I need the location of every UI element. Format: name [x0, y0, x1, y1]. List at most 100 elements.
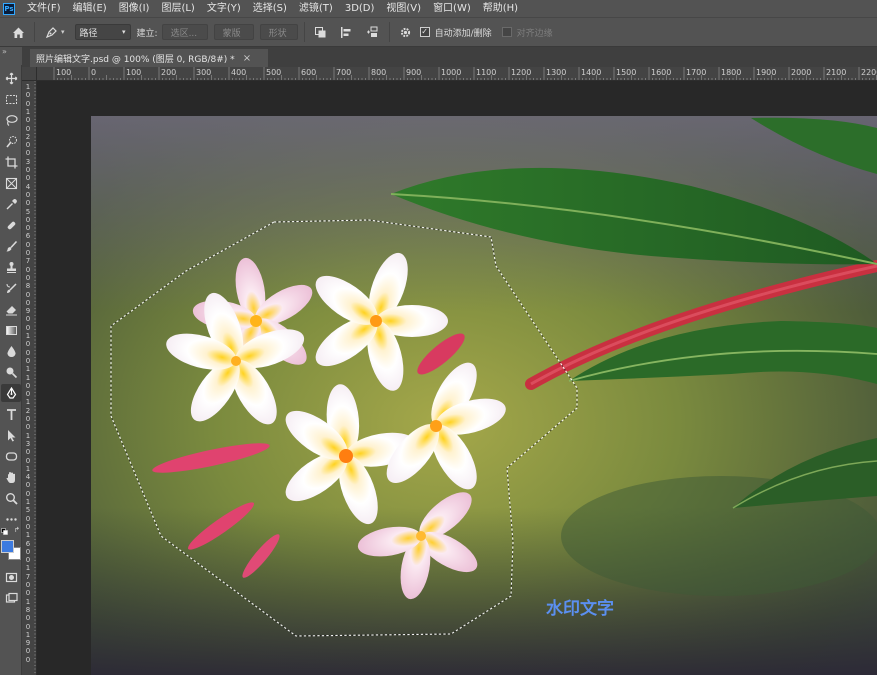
ruler-label: 0 — [25, 456, 31, 465]
document-image[interactable]: 水印文字 — [91, 116, 877, 675]
pen-tool-preset-icon[interactable] — [41, 22, 61, 42]
swap-colors-icon[interactable]: ↱ — [14, 527, 20, 534]
menu-item[interactable]: 视图(V) — [380, 0, 427, 17]
path-selection-tool-icon[interactable] — [1, 426, 21, 444]
ruler-label: 0 — [25, 224, 31, 233]
ruler-label: 1 — [25, 431, 31, 440]
lasso-tool-icon[interactable] — [1, 111, 21, 129]
ruler-label: 1100 — [476, 68, 497, 77]
horizontal-ruler[interactable]: 100 0 100 200 300 400 500 600 700 800 900 1000 1100 1… — [37, 67, 877, 81]
hand-tool-icon[interactable] — [1, 468, 21, 486]
ruler-label: 8 — [25, 282, 31, 291]
pen-mode-value: 路径 — [79, 28, 98, 39]
ruler-label: 1 — [25, 83, 31, 91]
document-tab[interactable]: 照片编辑文字.psd @ 100% (图层 0, RGB/8#) * × — [30, 49, 268, 67]
selection-button[interactable]: 选区... — [161, 24, 208, 40]
ruler-label: 300 — [196, 68, 212, 77]
ruler-label: 0 — [25, 614, 31, 623]
menu-item[interactable]: 图像(I) — [113, 0, 156, 17]
ruler-label: 0 — [25, 215, 31, 224]
ruler-label: 0 — [25, 190, 31, 199]
divider — [303, 22, 305, 42]
ruler-label: 1900 — [756, 68, 777, 77]
close-icon[interactable]: × — [243, 53, 251, 64]
screen-mode-icon[interactable] — [1, 589, 21, 607]
auto-add-delete-checkbox[interactable]: ✓ — [419, 27, 430, 37]
pen-mode-select[interactable]: 路径 ▾ — [74, 24, 131, 40]
healing-brush-tool-icon[interactable] — [1, 216, 21, 234]
ruler-label: 0 — [25, 647, 31, 656]
menu-item[interactable]: 帮助(H) — [477, 0, 524, 17]
zoom-tool-icon[interactable] — [1, 489, 21, 507]
home-icon[interactable] — [8, 22, 28, 42]
default-colors-icon[interactable] — [1, 527, 8, 535]
ruler-label: 0 — [25, 323, 31, 332]
ruler-label: 0 — [25, 240, 31, 249]
chevron-down-icon[interactable]: ▾ — [61, 28, 65, 36]
ruler-label: 0 — [25, 655, 31, 664]
make-label: 建立: — [136, 28, 158, 39]
path-alignment-icon[interactable] — [337, 22, 357, 42]
move-tool-icon[interactable] — [1, 69, 21, 87]
align-edges-checkbox[interactable] — [501, 27, 512, 37]
ruler-label: 2000 — [791, 68, 812, 77]
eyedropper-tool-icon[interactable] — [1, 195, 21, 213]
gradient-tool-icon[interactable] — [1, 321, 21, 339]
menu-item[interactable]: 图层(L) — [155, 0, 200, 17]
ruler-label: 1800 — [721, 68, 742, 77]
ruler-label: 1 — [25, 332, 31, 340]
path-arrangement-icon[interactable] — [363, 22, 383, 42]
ruler-label: 0 — [25, 489, 31, 498]
menu-item[interactable]: 滤镜(T) — [293, 0, 339, 17]
ruler-label: 0 — [25, 348, 31, 357]
ruler-label: 0 — [25, 547, 31, 556]
ruler-label: 0 — [25, 166, 31, 174]
ruler-label: 0 — [25, 298, 31, 307]
ruler-label: 9 — [25, 639, 31, 648]
eraser-tool-icon[interactable] — [1, 300, 21, 318]
quick-mask-icon[interactable] — [1, 568, 21, 586]
ruler-label: 2100 — [826, 68, 847, 77]
history-brush-tool-icon[interactable] — [1, 279, 21, 297]
ruler-label: 5 — [25, 207, 31, 216]
ruler-label: 1 — [25, 107, 31, 116]
menu-item[interactable]: 窗口(W) — [427, 0, 477, 17]
shape-tool-icon[interactable] — [1, 447, 21, 465]
ruler-label: 0 — [25, 315, 31, 324]
foreground-color-swatch[interactable] — [1, 540, 14, 553]
menu-item[interactable]: 3D(D) — [339, 0, 381, 17]
pen-tool-icon[interactable] — [1, 384, 21, 402]
menu-item[interactable]: 文字(Y) — [201, 0, 247, 17]
clone-stamp-tool-icon[interactable] — [1, 258, 21, 276]
ruler-label: 0 — [25, 340, 31, 349]
marquee-tool-icon[interactable] — [1, 90, 21, 108]
brush-tool-icon[interactable] — [1, 237, 21, 255]
gear-icon[interactable] — [396, 22, 416, 42]
quick-selection-tool-icon[interactable] — [1, 132, 21, 150]
ruler-origin[interactable] — [22, 67, 37, 81]
mask-button[interactable]: 蒙版 — [213, 24, 254, 40]
dodge-tool-icon[interactable] — [1, 363, 21, 381]
type-tool-icon[interactable] — [1, 405, 21, 423]
ruler-label: 0 — [91, 68, 97, 77]
ruler-label: 6 — [25, 539, 31, 548]
crop-tool-icon[interactable] — [1, 153, 21, 171]
ruler-label: 1 — [25, 630, 31, 639]
ruler-label: 0 — [25, 273, 31, 282]
ruler-label: 0 — [25, 265, 31, 274]
ruler-label: 0 — [25, 124, 31, 133]
ruler-label: 0 — [25, 381, 31, 390]
menu-item[interactable]: 编辑(E) — [67, 0, 113, 17]
ruler-label: 1 — [25, 373, 31, 382]
menu-bar: Ps 文件(F) 编辑(E) 图像(I) 图层(L) 文字(Y) 选择(S) 滤镜(T) 3D… — [0, 0, 877, 17]
shape-button[interactable]: 形状 — [259, 24, 298, 40]
menu-item[interactable]: 文件(F) — [21, 0, 67, 17]
path-operations-icon[interactable] — [311, 22, 331, 42]
frame-tool-icon[interactable] — [1, 174, 21, 192]
vertical-ruler[interactable]: 1001002003004005006007008009001000110012… — [22, 81, 37, 675]
ruler-label: 800 — [371, 68, 387, 77]
ruler-label: 1 — [25, 398, 31, 407]
blur-tool-icon[interactable] — [1, 342, 21, 360]
menu-item[interactable]: 选择(S) — [247, 0, 293, 17]
toolbar-collapse-handle[interactable]: » — [0, 47, 22, 65]
